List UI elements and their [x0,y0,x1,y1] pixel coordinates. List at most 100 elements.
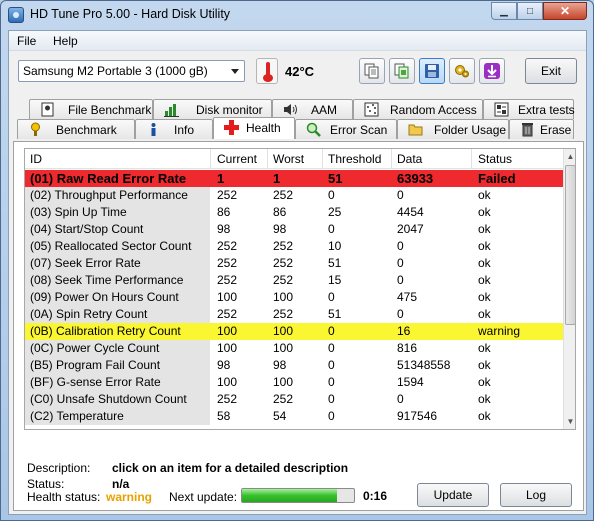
table-row[interactable]: (B5) Program Fail Count 98 98 0 51348558 ok [25,357,563,374]
table-row[interactable]: (0C) Power Cycle Count 100 100 0 816 ok [25,340,563,357]
cell-id: (01) Raw Read Error Rate [30,171,187,186]
maximize-button[interactable]: □ [517,2,543,20]
copy-text-button[interactable] [359,58,385,84]
download-button[interactable] [479,58,505,84]
column-header-id[interactable]: ID [30,152,42,166]
table-row[interactable]: (05) Reallocated Sector Count 252 252 10 0 ok [25,238,563,255]
table-row[interactable]: (C2) Temperature 58 54 0 917546 ok [25,408,563,425]
update-button[interactable]: Update [417,483,489,507]
cell-id: (B5) Program Fail Count [30,358,161,372]
drive-select[interactable]: Samsung M2 Portable 3 (1000 gB) [18,60,245,82]
table-row[interactable]: (0A) Spin Retry Count 252 252 51 0 ok [25,306,563,323]
table-scrollbar[interactable]: ▲ ▼ [563,149,575,429]
cell-threshold: 25 [328,205,342,219]
cell-id: (09) Power On Hours Count [30,290,179,304]
cell-data: 0 [397,307,404,321]
tab-benchmark[interactable]: Benchmark [17,119,135,139]
cell-threshold: 0 [328,375,335,389]
tab-label: Random Access [390,103,477,117]
tab-disk-monitor[interactable]: Disk monitor [153,99,272,119]
cell-threshold: 0 [328,392,335,406]
cell-id: (0B) Calibration Retry Count [30,324,181,338]
cell-status: ok [478,188,491,202]
scroll-down-icon[interactable]: ▼ [564,414,575,429]
save-button[interactable] [419,58,445,84]
cell-data: 0 [397,392,404,406]
cell-id: (04) Start/Stop Count [30,222,144,236]
table-row[interactable]: (02) Throughput Performance 252 252 0 0 ok [25,187,563,204]
cell-data: 1594 [397,375,424,389]
tab-aam[interactable]: AAM [272,99,353,119]
cell-current: 100 [217,341,238,355]
tab-erase[interactable]: Erase [509,119,574,139]
tab-error-scan[interactable]: Error Scan [295,119,397,139]
table-row[interactable]: (08) Seek Time Performance 252 252 15 0 ok [25,272,563,289]
table-row[interactable]: (01) Raw Read Error Rate 1 1 51 63933 Failed [25,170,563,187]
toolbar: Samsung M2 Portable 3 (1000 gB) 42°C Exi… [9,52,586,96]
table-row[interactable]: (BF) G-sense Error Rate 100 100 0 1594 ok [25,374,563,391]
log-button[interactable]: Log [500,483,572,507]
scroll-up-icon[interactable]: ▲ [564,149,575,164]
menu-file[interactable]: File [17,34,36,48]
smart-table[interactable]: ID Current Worst Threshold Data Status (… [24,148,576,430]
tab-folder-usage[interactable]: Folder Usage [397,119,509,139]
exit-button[interactable]: Exit [525,58,577,84]
tab-info[interactable]: Info [135,119,213,139]
cell-id: (02) Throughput Performance [30,188,188,202]
cell-current: 252 [217,307,238,321]
tab-extra-tests[interactable]: Extra tests [483,99,575,119]
cell-id: (C0) Unsafe Shutdown Count [30,392,187,406]
table-row[interactable]: (0B) Calibration Retry Count 100 100 0 16 war… [25,323,563,340]
app-window: HD Tune Pro 5.00 - Hard Disk Utility ▁ □… [0,0,594,521]
folder-icon [408,124,423,136]
trash-icon [522,123,533,137]
file-benchmark-icon [41,102,54,117]
tab-label: Error Scan [330,123,388,137]
table-row[interactable]: (C0) Unsafe Shutdown Count 252 252 0 0 ok [25,391,563,408]
minimize-button[interactable]: ▁ [491,2,517,20]
temperature-readout: 42°C [285,64,315,79]
health-status-label: Health status: [27,490,101,504]
tab-random-access[interactable]: Random Access [353,99,483,119]
table-row[interactable]: (09) Power On Hours Count 100 100 0 475 ok [25,289,563,306]
table-body: (01) Raw Read Error Rate 1 1 51 63933 Failed(… [25,170,563,425]
cell-data: 2047 [397,222,424,236]
copy-screenshot-button[interactable] [389,58,415,84]
cell-threshold: 0 [328,324,335,338]
table-row[interactable]: (04) Start/Stop Count 98 98 0 2047 ok [25,221,563,238]
cell-worst: 252 [273,239,294,253]
menu-help[interactable]: Help [53,34,78,48]
table-row[interactable]: (07) Seek Error Rate 252 252 51 0 ok [25,255,563,272]
column-header-threshold[interactable]: Threshold [328,152,381,166]
cell-data: 0 [397,239,404,253]
close-icon: ✕ [559,4,571,18]
column-header-data[interactable]: Data [397,152,422,166]
cell-threshold: 51 [328,171,343,186]
random-access-icon [364,102,379,117]
options-button[interactable] [449,58,475,84]
close-button[interactable]: ✕ [543,2,587,20]
cell-threshold: 0 [328,188,335,202]
table-row[interactable]: (03) Spin Up Time 86 86 25 4454 ok [25,204,563,221]
cell-status: ok [478,256,491,270]
column-header-status[interactable]: Status [478,152,512,166]
tab-file-benchmark[interactable]: File Benchmark [29,99,153,119]
scroll-thumb[interactable] [565,165,575,325]
cell-id: (07) Seek Error Rate [30,256,141,270]
tab-label: Health [246,121,281,135]
cell-worst: 252 [273,307,294,321]
cell-worst: 86 [273,205,287,219]
cell-threshold: 10 [328,239,342,253]
title-bar[interactable]: HD Tune Pro 5.00 - Hard Disk Utility ▁ □… [1,1,593,29]
cell-status: ok [478,375,491,389]
cell-data: 16 [397,324,411,338]
column-header-current[interactable]: Current [217,152,257,166]
next-update-label: Next update: [169,490,238,504]
cell-current: 58 [217,409,231,423]
cell-id: (03) Spin Up Time [30,205,127,219]
info-icon [151,123,156,136]
cell-worst: 98 [273,222,287,236]
tab-health[interactable]: Health [213,117,295,139]
column-header-worst[interactable]: Worst [273,152,304,166]
cell-data: 4454 [397,205,424,219]
